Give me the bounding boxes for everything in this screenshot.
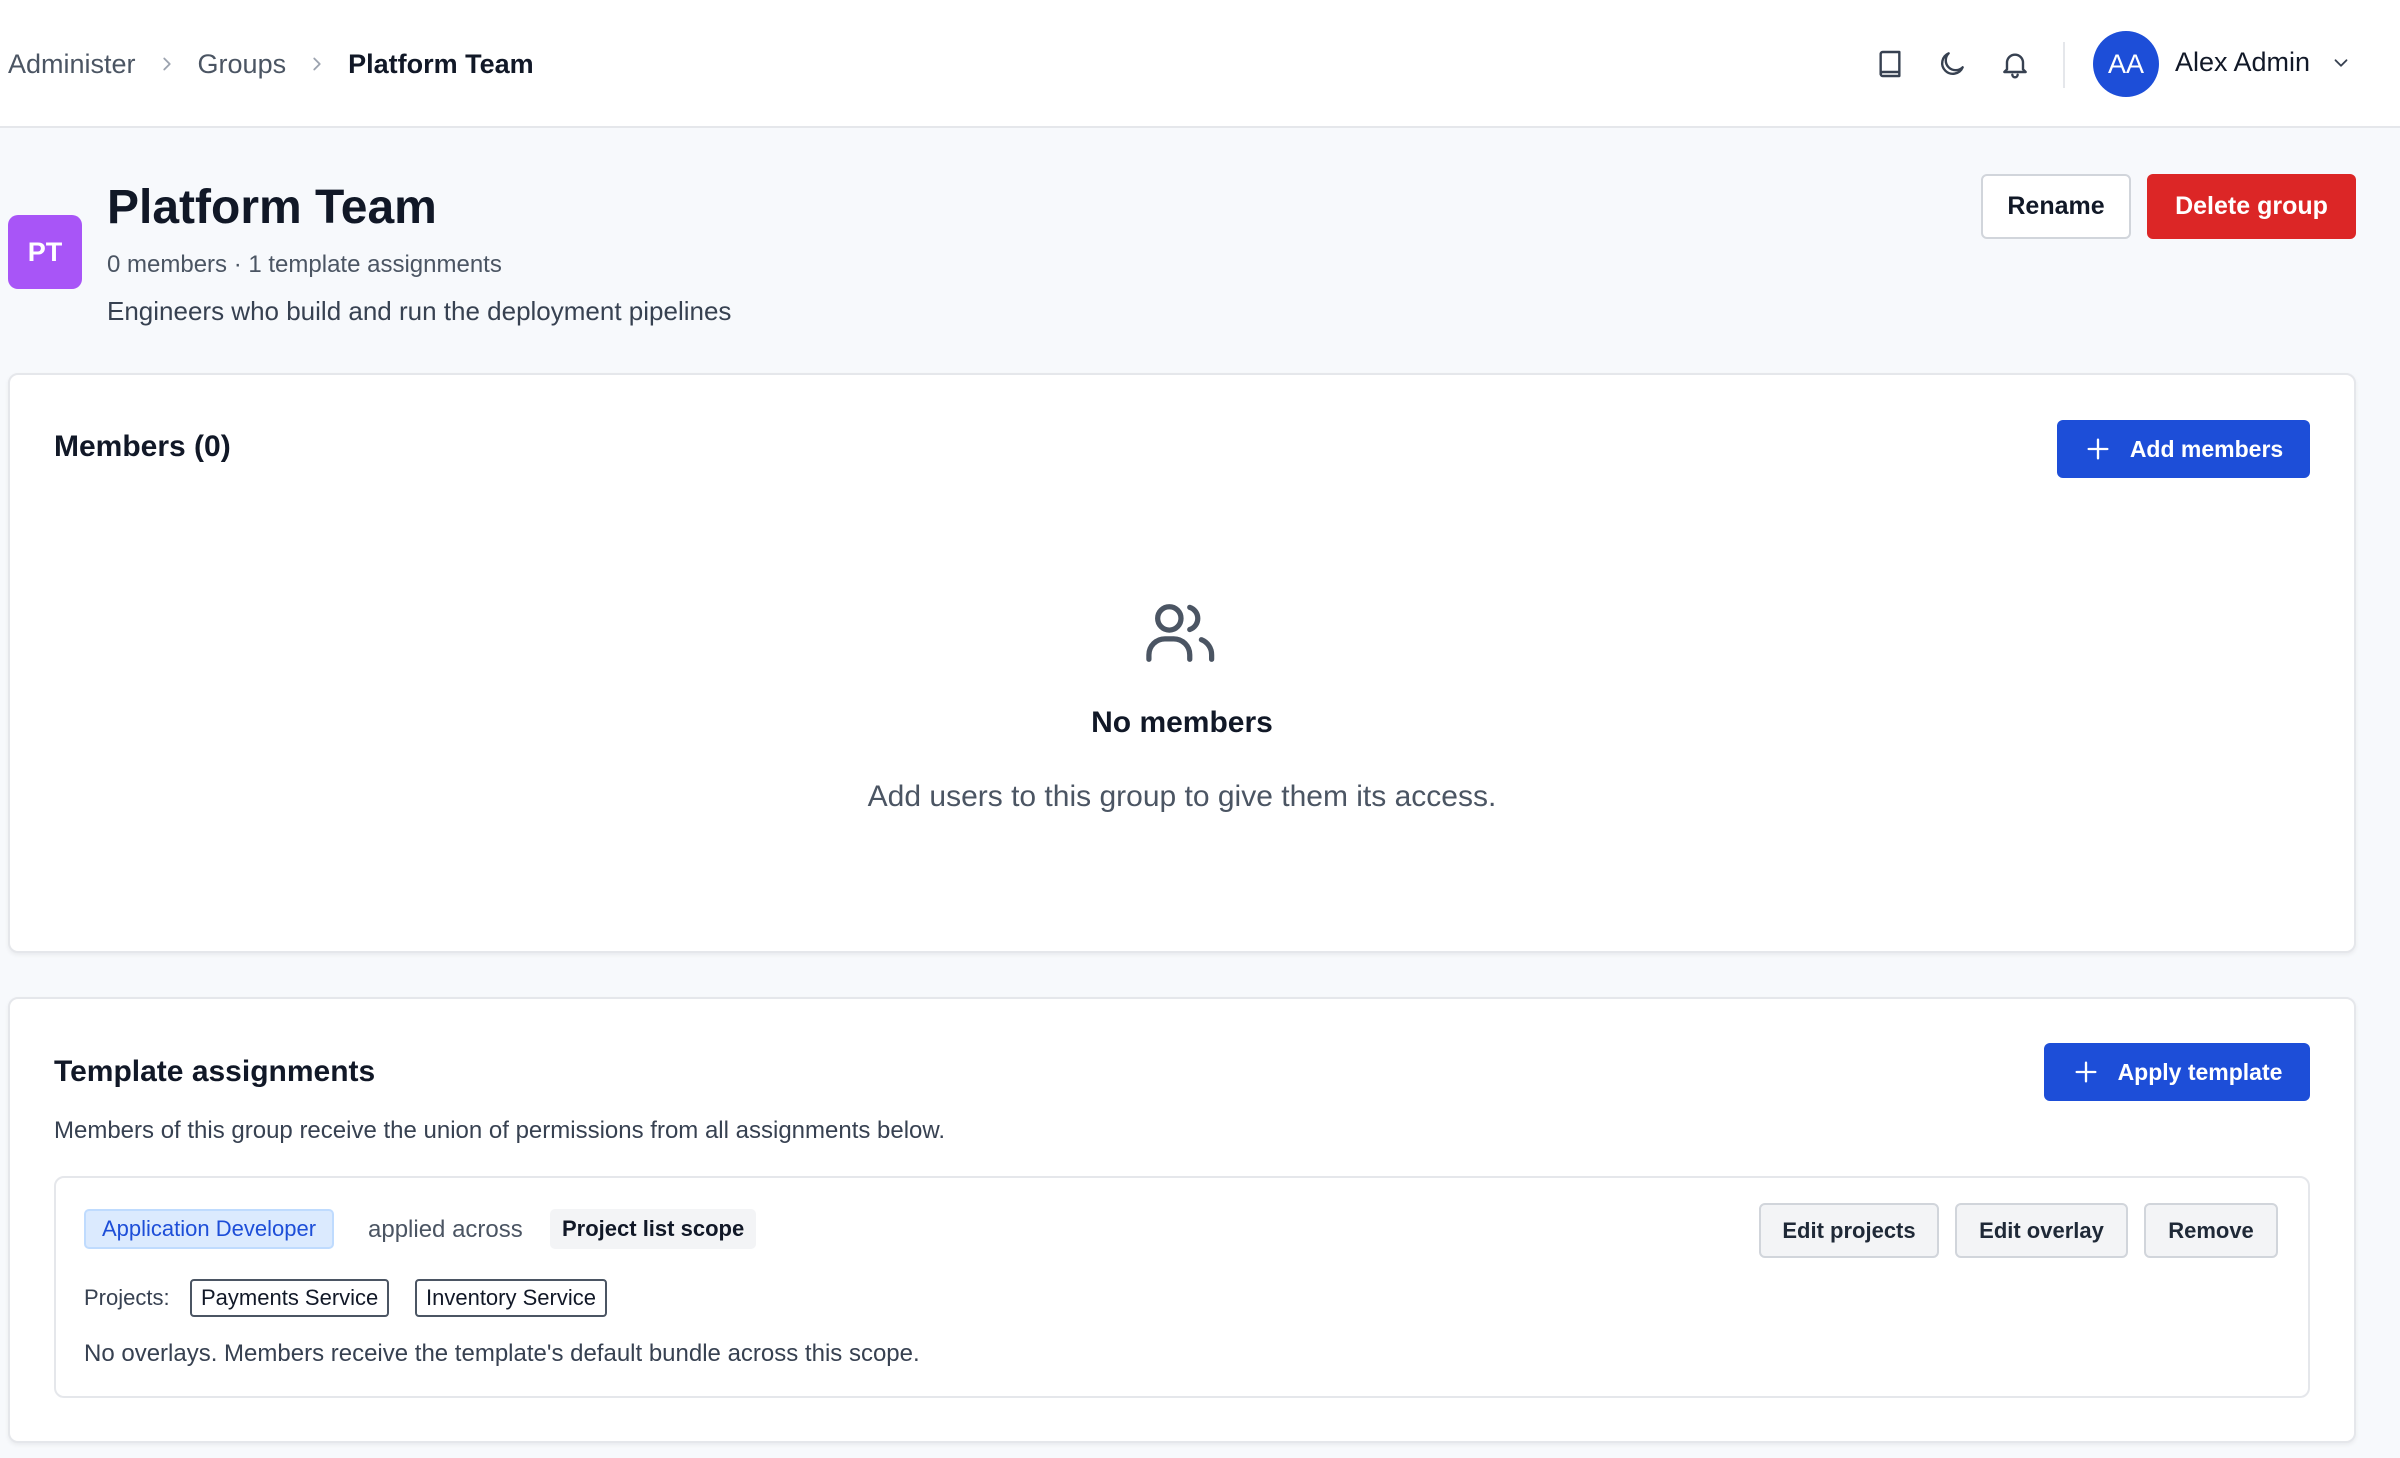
remove-assignment-button[interactable]: Remove [2144,1203,2278,1258]
chevron-right-icon [313,57,321,71]
overlay-note: No overlays. Members receive the templat… [84,1340,920,1367]
empty-state-title: No members [1091,706,1273,739]
projects-label: Projects: [84,1285,170,1310]
add-members-label: Add members [2129,435,2284,462]
top-bar: Administer Groups Platform Team AA Alex … [0,0,2400,128]
template-name-chip[interactable]: Application Developer [84,1209,335,1249]
delete-group-button[interactable]: Delete group [2147,174,2356,239]
breadcrumb-groups[interactable]: Groups [198,49,287,80]
members-title: Members (0) [54,430,231,463]
project-chip: Payments Service [190,1279,390,1317]
book-icon [1879,50,1901,78]
breadcrumb-current: Platform Team [348,48,534,79]
breadcrumb-administer[interactable]: Administer [8,49,136,80]
bell-icon [2003,53,2027,79]
plus-icon [2087,438,2109,460]
users-icon [1146,604,1215,662]
edit-overlay-button[interactable]: Edit overlay [1955,1203,2128,1258]
user-name[interactable]: Alex Admin [2175,47,2310,78]
project-chip: Inventory Service [415,1279,607,1317]
page-title: Platform Team [107,181,437,234]
apply-template-label: Apply template [2117,1058,2283,1085]
empty-state-text: Add users to this group to give them its… [867,780,1497,813]
chevron-right-icon [162,57,171,71]
notifications-button[interactable] [1997,46,2033,82]
template-assignments-title: Template assignments [54,1055,376,1088]
breadcrumb: Administer Groups Platform Team [8,44,534,84]
group-description: Engineers who build and run the deployme… [107,296,732,326]
theme-toggle-button[interactable] [1934,46,1970,82]
template-assignments-subtitle: Members of this group receive the union … [54,1117,946,1144]
top-divider [2063,42,2065,88]
rename-button[interactable]: Rename [1981,174,2131,239]
edit-projects-button[interactable]: Edit projects [1759,1203,1939,1258]
apply-template-button[interactable]: Apply template [2044,1043,2310,1101]
group-avatar: PT [8,215,82,289]
plus-icon [2075,1061,2097,1083]
group-meta: 0 members · 1 template assignments [107,251,502,278]
moon-icon [1941,52,1964,75]
add-members-button[interactable]: Add members [2057,420,2310,478]
scope-chip: Project list scope [550,1209,757,1249]
chevron-down-icon[interactable] [2330,52,2352,74]
applied-across-text: applied across [368,1216,523,1243]
user-avatar[interactable]: AA [2093,31,2159,97]
docs-button[interactable] [1872,46,1908,82]
